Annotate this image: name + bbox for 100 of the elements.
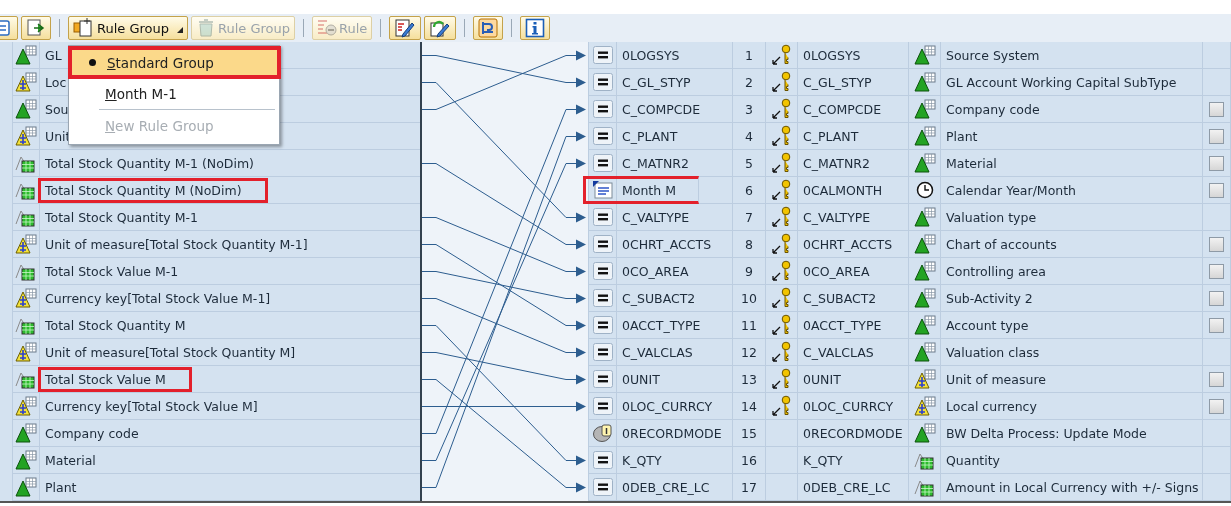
checkbox[interactable] xyxy=(1209,155,1224,171)
position-number: 4 xyxy=(745,128,753,144)
source-field-name: 0CO_AREA xyxy=(622,263,689,279)
position-number: 5 xyxy=(745,155,753,171)
position-number: 7 xyxy=(745,209,753,225)
infoobject-description: Source System xyxy=(946,47,1040,63)
unit-icon xyxy=(14,126,38,146)
source-field-name: 0LOGSYS xyxy=(622,47,680,63)
new-group-icon xyxy=(73,18,95,38)
field-icon xyxy=(592,127,613,145)
infoobject-description: Calendar Year/Month xyxy=(946,182,1077,198)
characteristic-icon xyxy=(912,288,937,308)
infoobject-description: Material xyxy=(946,155,997,171)
infoobject-description: Chart of accounts xyxy=(946,236,1057,252)
infoobject-name: C_COMPCDE xyxy=(803,101,882,117)
checkbox[interactable] xyxy=(1209,317,1224,333)
infoobject-description: Valuation class xyxy=(946,344,1040,360)
characteristic-icon xyxy=(912,234,937,254)
infoobject-name: 0CO_AREA xyxy=(803,263,870,279)
field-name: Currency key[Total Stock Value M-1] xyxy=(45,290,271,306)
infoobject-name: C_VALTYPE xyxy=(803,209,871,225)
record-mode-icon xyxy=(591,423,614,443)
characteristic-icon xyxy=(14,450,38,470)
unit-icon xyxy=(14,342,38,362)
infoobject-name: 0RECORDMODE xyxy=(803,425,903,441)
field-icon xyxy=(592,208,613,226)
field-icon xyxy=(592,397,613,415)
toolbar-icon-button[interactable] xyxy=(389,16,422,40)
infoobject-name: C_PLANT xyxy=(803,128,859,144)
field-icon xyxy=(592,73,613,91)
infoobject-description: Company code xyxy=(946,101,1040,117)
checkbox[interactable] xyxy=(1209,371,1224,387)
field-name: Total Stock Quantity M xyxy=(45,317,186,333)
infoobject-description: Account type xyxy=(946,317,1029,333)
checkbox[interactable] xyxy=(1209,101,1224,117)
infoobject-description: Valuation type xyxy=(946,209,1037,225)
refresh-edit-icon xyxy=(429,18,452,38)
dropdown-button[interactable]: Rule Group xyxy=(68,16,188,40)
field-name: Loc xyxy=(45,74,67,90)
toolbar-icon-button[interactable] xyxy=(21,16,51,40)
info-icon xyxy=(525,18,546,38)
source-field-name: C_VALCLAS xyxy=(622,344,693,360)
unit-icon xyxy=(14,288,38,308)
checkbox[interactable] xyxy=(1209,290,1224,306)
checkbox[interactable] xyxy=(1209,263,1224,279)
infoobject-name: 0LOC_CURRCY xyxy=(803,398,894,414)
position-number: 11 xyxy=(741,317,757,333)
infoobject-description: Plant xyxy=(946,128,978,144)
infoobject-name: 0CHRT_ACCTS xyxy=(803,236,893,252)
toolbar-icon-button[interactable] xyxy=(520,16,551,40)
position-number: 3 xyxy=(745,101,753,117)
infoobject-description: Local currency xyxy=(946,398,1037,414)
checkbox[interactable] xyxy=(1209,398,1224,414)
field-icon xyxy=(592,46,613,64)
checkbox[interactable] xyxy=(1209,236,1224,252)
field-name: Company code xyxy=(45,425,139,441)
field-icon xyxy=(592,289,613,307)
checkbox[interactable] xyxy=(1209,182,1224,198)
field-name: Total Stock Quantity M-1 xyxy=(45,209,198,225)
field-name: Unit of measure[Total Stock Quantity M] xyxy=(45,344,296,360)
characteristic-icon xyxy=(912,126,937,146)
position-number: 12 xyxy=(741,344,757,360)
source-field-name: 0RECORDMODE xyxy=(622,425,722,441)
export-icon xyxy=(26,18,46,38)
infoobject-name: C_MATNR2 xyxy=(803,155,870,171)
delete-rule-icon xyxy=(317,18,338,38)
position-number: 1 xyxy=(745,47,753,63)
source-field-name: 0ACCT_TYPE xyxy=(622,317,701,333)
source-field-name: 0UNIT xyxy=(622,371,660,387)
checkbox[interactable] xyxy=(1209,128,1224,144)
position-number: 17 xyxy=(741,479,757,495)
field-name: Total Stock Value M-1 xyxy=(45,263,179,279)
position-number: 9 xyxy=(745,263,753,279)
menu-item[interactable]: Month M-1 xyxy=(69,79,279,108)
field-name: Sou xyxy=(45,101,69,117)
source-field-name: C_PLANT xyxy=(622,128,678,144)
infoobject-description: BW Delta Process: Update Mode xyxy=(946,425,1147,441)
source-field-name: C_GL_STYP xyxy=(622,74,691,90)
characteristic-icon xyxy=(912,423,937,443)
field-name: Material xyxy=(45,452,96,468)
position-number: 15 xyxy=(741,425,757,441)
characteristic-icon xyxy=(912,342,937,362)
characteristic-icon xyxy=(912,315,937,335)
unit-icon xyxy=(912,369,937,389)
field-icon xyxy=(592,451,613,469)
unit-icon xyxy=(912,396,937,416)
source-field-name: K_QTY xyxy=(622,452,662,468)
characteristic-icon xyxy=(912,261,937,281)
unit-icon xyxy=(14,396,38,416)
characteristic-icon xyxy=(912,207,937,227)
field-name: Plant xyxy=(45,479,77,495)
toolbar-icon-button[interactable] xyxy=(473,16,504,40)
field-icon xyxy=(592,370,613,388)
menu-item[interactable]: Standard Group xyxy=(68,46,281,79)
infoobject-name: 0CALMONTH xyxy=(803,182,883,198)
connector-icon xyxy=(478,18,499,38)
characteristic-icon xyxy=(912,72,937,92)
document-icon xyxy=(591,180,614,200)
unit-icon xyxy=(14,234,38,254)
toolbar-icon-button[interactable] xyxy=(424,16,457,40)
